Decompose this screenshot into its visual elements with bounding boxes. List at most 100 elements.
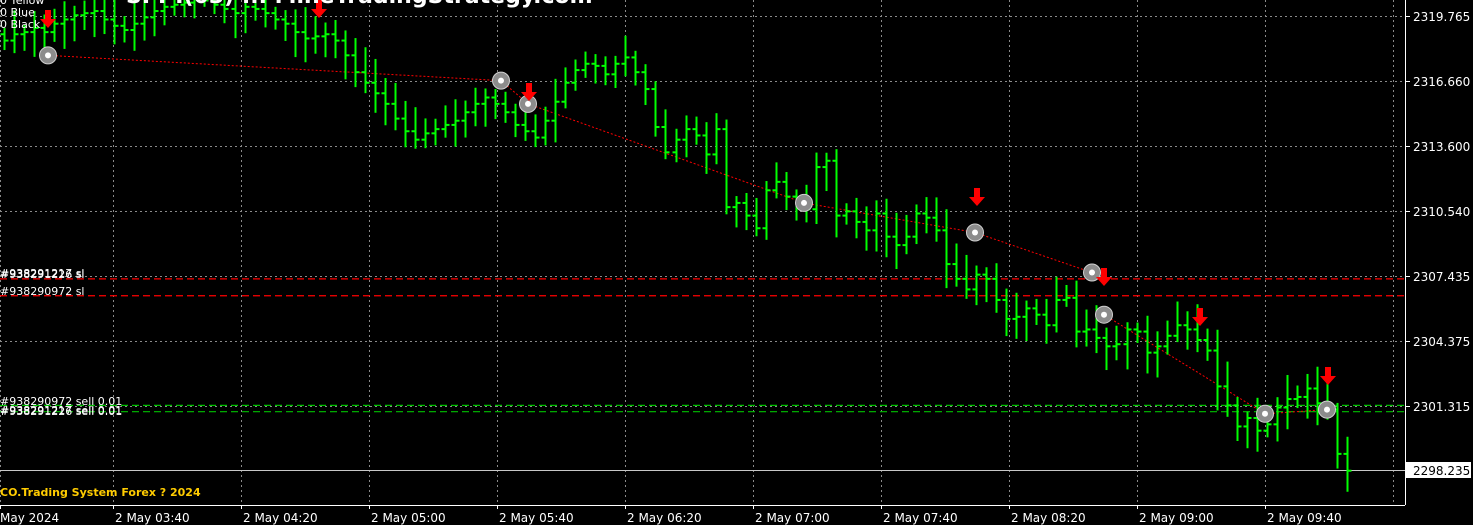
trade-marker-dot — [498, 77, 504, 84]
time-tick-label: 2 May 06:20 — [627, 511, 702, 525]
order-level-lines — [0, 278, 1405, 471]
candle — [391, 82, 400, 131]
candle — [872, 200, 881, 252]
time-tick-label: 2 May 09:40 — [1267, 511, 1342, 525]
candle — [842, 203, 851, 225]
candle — [90, 0, 99, 38]
candle — [1273, 397, 1282, 442]
candle — [501, 91, 510, 123]
candle — [922, 197, 931, 234]
candle — [1233, 397, 1242, 441]
candle — [311, 16, 320, 54]
candle — [531, 114, 540, 148]
candle — [631, 50, 640, 86]
candle — [351, 38, 360, 88]
candle — [110, 0, 119, 45]
candle — [952, 243, 961, 287]
candle — [702, 122, 711, 174]
candle — [591, 54, 600, 84]
candle — [712, 113, 721, 165]
order-sl-label: #938291226 sl — [0, 268, 85, 281]
candle — [431, 118, 440, 146]
candle — [742, 192, 751, 231]
candle — [832, 149, 841, 238]
candle — [982, 267, 991, 303]
sell-arrow-icon — [1320, 367, 1336, 385]
candle — [1032, 298, 1041, 325]
candle — [1163, 320, 1172, 355]
candle — [932, 197, 941, 242]
candle — [481, 88, 490, 127]
candle — [1313, 366, 1322, 426]
candle — [491, 89, 500, 120]
candle — [1293, 385, 1302, 409]
time-tick-label: 2 May 05:40 — [499, 511, 574, 525]
time-tick-label: 2 May 04:20 — [243, 511, 318, 525]
candle — [1133, 322, 1142, 343]
trade-marker-dot — [1262, 410, 1268, 417]
candle — [1243, 411, 1252, 449]
candle — [471, 87, 480, 127]
candles — [0, 0, 1352, 492]
time-tick-label: 2 May 05:00 — [371, 511, 446, 525]
candle — [321, 22, 330, 58]
trade-marker-dot — [1101, 311, 1107, 318]
candle — [892, 212, 901, 270]
candle — [60, 1, 69, 49]
candle — [672, 128, 681, 163]
candle — [1112, 325, 1121, 361]
trade-marker-dot — [1324, 406, 1330, 413]
candle — [762, 181, 771, 240]
candle — [401, 100, 410, 148]
chart-grid — [0, 0, 1405, 505]
candle — [992, 263, 1001, 313]
candle — [882, 198, 891, 258]
candle — [962, 254, 971, 299]
trade-connector-lines — [47, 54, 1328, 415]
candle — [1082, 309, 1091, 347]
sell-arrow-icon — [969, 188, 985, 206]
candle — [1102, 327, 1111, 371]
trade-marker-dot — [972, 229, 978, 236]
price-chart[interactable]: 2319.765 2316.660 2313.600 2310.540 2307.435… — [0, 0, 1473, 525]
trade-connector — [47, 54, 502, 82]
candle — [120, 16, 129, 43]
candle — [621, 35, 630, 77]
trade-markers — [39, 46, 1336, 423]
price-tick-label: 2307.435 — [1413, 270, 1470, 284]
candle — [1173, 301, 1182, 343]
candle — [1143, 315, 1152, 374]
candle — [1183, 311, 1192, 350]
candle — [461, 100, 470, 138]
time-tick-label: 2 May 03:40 — [115, 511, 190, 525]
candle — [822, 152, 831, 192]
candle — [541, 106, 550, 146]
time-tick-label: 2 May 08:20 — [1011, 511, 1086, 525]
candle — [651, 81, 660, 137]
chart-title: SPI-I(03) ... MineTradingStrategy.com — [126, 0, 593, 9]
price-tick-label: 2304.375 — [1413, 335, 1470, 349]
order-sl-label: #938290972 sl — [0, 285, 85, 298]
sell-arrows — [40, 0, 1336, 385]
candle — [291, 9, 300, 58]
trade-marker — [1095, 305, 1113, 324]
candle — [50, 8, 59, 42]
candle — [611, 55, 620, 88]
candle — [441, 105, 450, 138]
candle — [1343, 436, 1352, 492]
candle — [70, 5, 79, 42]
candle — [571, 59, 580, 91]
sell-arrow-icon — [1192, 308, 1208, 326]
candle — [722, 119, 731, 215]
candle — [601, 56, 610, 86]
trade-marker — [1318, 400, 1336, 419]
candle — [581, 51, 590, 78]
candle — [100, 0, 109, 35]
candle — [641, 64, 650, 106]
candle — [1052, 276, 1061, 333]
candle — [692, 116, 701, 145]
candle — [812, 152, 821, 225]
candle — [551, 78, 560, 143]
time-tick-label: 2 May 07:40 — [883, 511, 958, 525]
price-tick-label: 2301.315 — [1413, 400, 1470, 414]
